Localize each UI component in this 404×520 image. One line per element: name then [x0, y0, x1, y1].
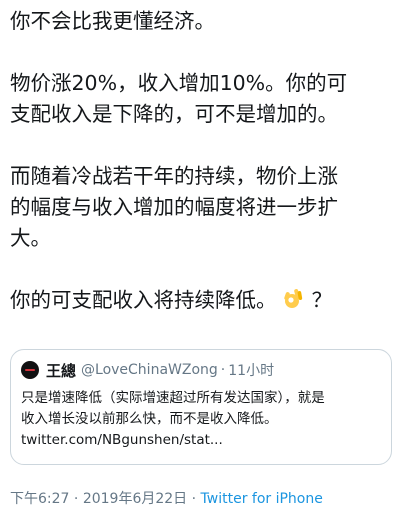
tweet-line: 而随着冷战若干年的持续，物价上涨 [10, 164, 338, 188]
separator-dot: · [187, 491, 201, 507]
tweet-time[interactable]: 下午6:27 [10, 491, 69, 507]
separator-dot: · [69, 491, 83, 507]
tweet-line: 大。 [10, 226, 51, 250]
tweet-date[interactable]: 2019年6月22日 [83, 491, 187, 507]
quoted-tweet-header: 王總 @LoveChinaWZong · 11小时 [21, 360, 274, 380]
quoted-tweet-line: 收入增长没以前那么快，而不是收入降低。 [21, 411, 278, 427]
tweet-line: 物价涨20%，收入增加10%。你的可 [10, 71, 348, 95]
separator-dot: · [220, 362, 226, 378]
tweet-text: 你不会比我更懂经济。 物价涨20%，收入增加10%。你的可 支配收入是下降的，可… [10, 6, 398, 316]
avatar[interactable] [21, 361, 39, 379]
tweet-paragraph-4: 你的可支配收入将持续降低。 ？ [10, 285, 398, 316]
quoted-author-handle[interactable]: @LoveChinaWZong [81, 362, 218, 378]
quoted-author-name[interactable]: 王總 [46, 360, 76, 381]
tweet-line: 支配收入是下降的，可不是增加的。 [10, 102, 338, 126]
tweet-source-link[interactable]: Twitter for iPhone [201, 491, 323, 507]
quoted-tweet-body: 只是增速降低（实际增速超过所有发达国家），就是 收入增长没以前那么快，而不是收入… [21, 388, 385, 451]
quoted-tweet-link[interactable]: twitter.com/NBgunshen/stat... [21, 430, 385, 451]
tweet-line: 你不会比我更懂经济。 [10, 9, 215, 33]
ok-hand-icon [284, 289, 303, 308]
quoted-tweet-card[interactable]: 王總 @LoveChinaWZong · 11小时 只是增速降低（实际增速超过所… [10, 349, 392, 465]
tweet-line: ？ [311, 288, 333, 312]
tweet-paragraph-2: 物价涨20%，收入增加10%。你的可 支配收入是下降的，可不是增加的。 [10, 68, 398, 130]
quoted-tweet-line: 只是增速降低（实际增速超过所有发达国家），就是 [21, 390, 325, 406]
tweet-line: 的幅度与收入增加的幅度将进一步扩 [10, 195, 338, 219]
tweet-line: 你的可支配收入将持续降低。 [10, 288, 277, 312]
tweet-meta: 下午6:27 · 2019年6月22日 · Twitter for iPhone [10, 488, 323, 508]
tweet-paragraph-3: 而随着冷战若干年的持续，物价上涨 的幅度与收入增加的幅度将进一步扩 大。 [10, 161, 398, 254]
tweet-paragraph-1: 你不会比我更懂经济。 [10, 6, 398, 37]
quoted-tweet-time[interactable]: 11小时 [228, 360, 274, 380]
